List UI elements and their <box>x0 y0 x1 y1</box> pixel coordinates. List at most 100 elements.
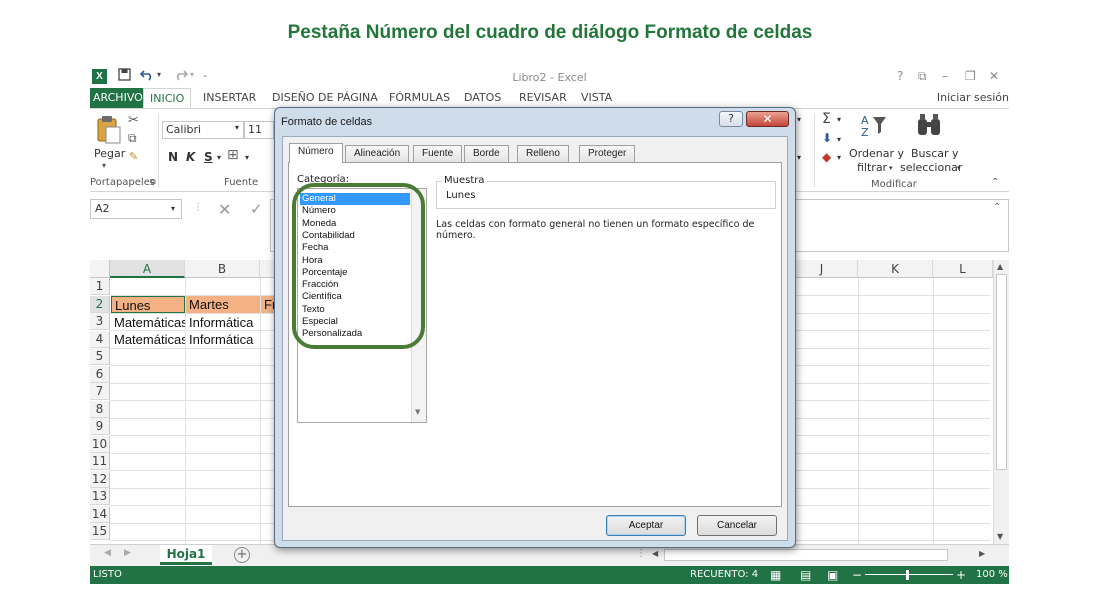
sort-filter-dropdown-icon[interactable]: ▾ <box>889 164 893 172</box>
cell-b3[interactable]: Informática <box>186 314 260 331</box>
page-layout-view-icon[interactable]: ▤ <box>800 566 811 584</box>
tab-diseno-pagina[interactable]: DISEÑO DE PÁGINA <box>266 88 384 108</box>
ribbon-dropdown-icon[interactable]: ▾ <box>797 115 801 124</box>
accept-button[interactable]: Aceptar <box>606 515 686 536</box>
collapse-ribbon-icon[interactable]: ⌃ <box>991 177 999 188</box>
close-icon[interactable]: ✕ <box>989 69 999 83</box>
clear-dropdown-icon[interactable]: ▾ <box>837 153 841 162</box>
paste-button[interactable]: Pegar <box>94 147 125 160</box>
sheet-prev-icon[interactable]: ◀ <box>104 548 111 558</box>
scroll-thumb[interactable] <box>996 274 1007 470</box>
cell-c2[interactable]: Fr <box>261 296 275 313</box>
row-header[interactable]: 7 <box>90 383 110 400</box>
help-icon[interactable]: ? <box>897 69 903 83</box>
tab-formulas[interactable]: FÓRMULAS <box>383 88 456 108</box>
paste-icon[interactable] <box>96 115 122 148</box>
clipboard-launcher-icon[interactable]: ⧉ <box>150 177 156 187</box>
autosum-dropdown-icon[interactable]: ▾ <box>837 115 841 124</box>
autosum-icon[interactable]: Σ <box>822 111 831 127</box>
font-size-select[interactable]: 11 <box>244 121 274 139</box>
name-box-dropdown-icon[interactable]: ▾ <box>171 204 175 213</box>
row-header[interactable]: 14 <box>90 505 110 523</box>
fill-dropdown-icon[interactable]: ▾ <box>837 135 841 144</box>
cell-a2[interactable]: Lunes <box>111 296 185 313</box>
cut-icon[interactable]: ✂ <box>128 113 139 128</box>
sort-filter-label[interactable]: Ordenar y <box>849 147 904 160</box>
row-header[interactable]: 13 <box>90 488 110 505</box>
row-header[interactable]: 6 <box>90 365 110 383</box>
underline-button[interactable]: S <box>204 150 213 164</box>
category-scroll-down-icon[interactable]: ▼ <box>415 408 420 416</box>
row-header[interactable]: 3 <box>90 313 110 330</box>
dialog-tab-borde[interactable]: Borde <box>464 145 509 162</box>
tab-revisar[interactable]: REVISAR <box>513 88 573 108</box>
scroll-up-icon[interactable]: ▲ <box>997 262 1003 271</box>
tab-datos[interactable]: DATOS <box>458 88 507 108</box>
cell-b2[interactable]: Martes <box>186 296 260 313</box>
sort-filter-icon[interactable]: AZ <box>860 113 888 142</box>
cancel-entry-icon[interactable]: ✕ <box>218 200 231 219</box>
row-header[interactable]: 12 <box>90 470 110 488</box>
minimize-icon[interactable]: – <box>942 69 948 83</box>
font-name-select[interactable]: Calibri <box>162 121 244 139</box>
row-header[interactable]: 4 <box>90 330 110 348</box>
row-header[interactable]: 15 <box>90 523 110 540</box>
add-sheet-icon[interactable]: + <box>234 547 250 563</box>
row-header[interactable]: 1 <box>90 278 110 295</box>
binoculars-icon[interactable] <box>916 113 942 140</box>
cell-b4[interactable]: Informática <box>186 331 260 348</box>
cell-a4[interactable]: Matemáticas <box>111 331 185 348</box>
vertical-scrollbar[interactable]: ▲ ▼ <box>993 260 1009 550</box>
enter-entry-icon[interactable]: ✓ <box>250 200 263 218</box>
dialog-tab-fuente[interactable]: Fuente <box>413 145 463 162</box>
sort-filter-label-2[interactable]: filtrar <box>857 161 887 174</box>
page-break-view-icon[interactable]: ▣ <box>827 566 838 584</box>
dialog-tab-alineacion[interactable]: Alineación <box>345 145 410 162</box>
tab-vista[interactable]: VISTA <box>575 88 618 108</box>
hscroll-right-icon[interactable]: ▶ <box>979 549 985 558</box>
dialog-tab-relleno[interactable]: Relleno <box>517 145 569 162</box>
column-header-k[interactable]: K <box>858 260 933 278</box>
signin-link[interactable]: Iniciar sesión <box>937 91 1009 104</box>
zoom-slider-thumb[interactable] <box>906 570 909 580</box>
find-select-label[interactable]: Buscar y <box>911 147 959 160</box>
format-painter-icon[interactable]: ✎ <box>129 150 138 163</box>
row-header[interactable]: 11 <box>90 453 110 470</box>
column-header-a[interactable]: A <box>110 260 185 278</box>
select-all-corner[interactable] <box>90 260 110 278</box>
tab-inicio[interactable]: INICIO <box>143 88 192 108</box>
dialog-help-button[interactable]: ? <box>719 111 743 127</box>
row-header[interactable]: 9 <box>90 418 110 435</box>
zoom-slider[interactable] <box>865 574 953 575</box>
paste-dropdown-icon[interactable]: ▾ <box>102 161 106 170</box>
find-select-label-2[interactable]: seleccionar <box>900 161 962 174</box>
row-header[interactable]: 10 <box>90 435 110 453</box>
underline-dropdown-icon[interactable]: ▾ <box>217 153 221 162</box>
border-icon[interactable]: ⊞ <box>227 147 239 163</box>
fill-icon[interactable]: ⬇ <box>822 131 832 145</box>
scroll-down-icon[interactable]: ▼ <box>997 532 1003 541</box>
cancel-button[interactable]: Cancelar <box>697 515 777 536</box>
name-box[interactable]: A2 <box>90 199 182 219</box>
restore-icon[interactable]: ❐ <box>965 69 976 83</box>
ribbon-display-icon[interactable]: ⧉ <box>918 69 927 84</box>
sheet-next-icon[interactable]: ▶ <box>124 548 131 558</box>
expand-formula-icon[interactable]: ⌃ <box>993 202 1001 213</box>
column-header-l[interactable]: L <box>933 260 993 278</box>
border-dropdown-icon[interactable]: ▾ <box>245 153 249 162</box>
font-name-dropdown-icon[interactable]: ▾ <box>235 123 239 132</box>
tab-insertar[interactable]: INSERTAR <box>197 88 262 108</box>
horizontal-scrollbar[interactable] <box>664 549 948 561</box>
find-select-dropdown-icon[interactable]: ▾ <box>957 164 961 172</box>
ribbon-dropdown-icon[interactable]: ▾ <box>797 153 801 162</box>
dialog-tab-numero[interactable]: Número <box>289 143 343 163</box>
zoom-in-icon[interactable]: + <box>956 566 966 584</box>
zoom-out-icon[interactable]: − <box>852 566 862 584</box>
dialog-tab-proteger[interactable]: Proteger <box>579 145 636 162</box>
tab-split-grip-icon[interactable]: ⋮ <box>636 548 646 559</box>
clear-icon[interactable]: ◆ <box>822 150 831 164</box>
cell-a3[interactable]: Matemáticas <box>111 314 185 331</box>
bold-button[interactable]: N <box>168 150 178 164</box>
dialog-close-button[interactable]: ✕ <box>746 111 789 127</box>
row-header[interactable]: 2 <box>90 295 110 313</box>
